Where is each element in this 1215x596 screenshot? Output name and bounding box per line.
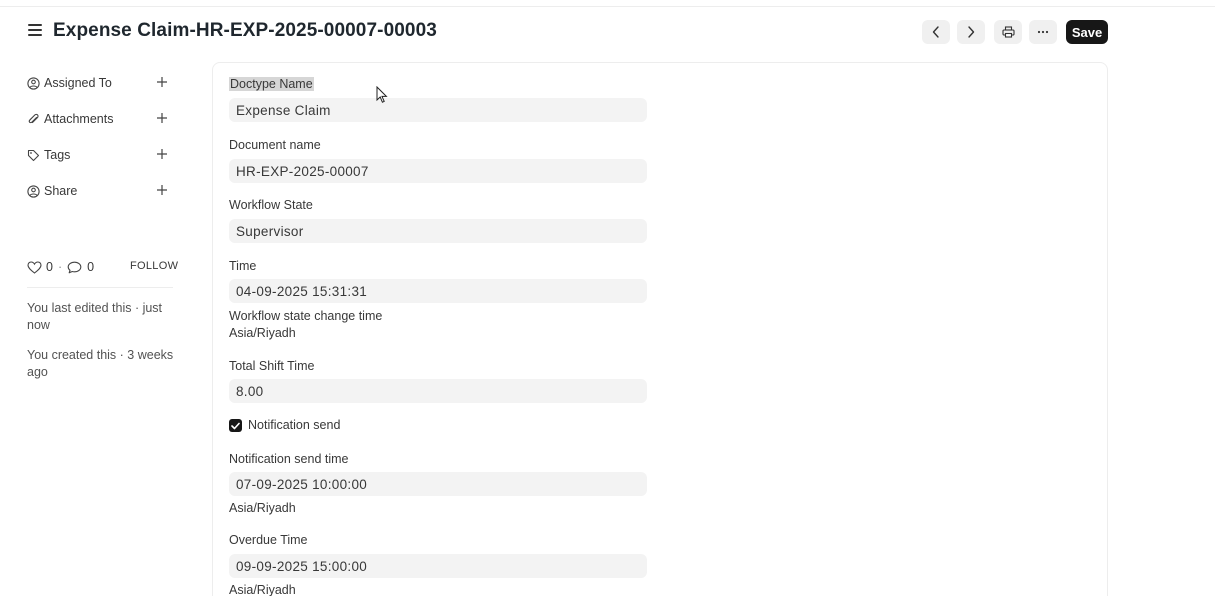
form-card [212,62,1108,596]
notification-send-label[interactable]: Notification send [248,418,340,432]
chevron-left-icon [932,26,939,38]
printer-icon [1001,26,1015,38]
sidebar-item-label: Attachments [44,112,114,126]
notification-send-time-timezone: Asia/Riyadh [229,501,296,515]
document-name-label: Document name [229,138,321,152]
like-button[interactable]: 0 [27,260,53,274]
workflow-state-field[interactable]: Supervisor [229,219,647,243]
doctype-name-label: Doctype Name [229,77,314,91]
more-options-button[interactable] [1029,20,1057,44]
activity-last-edited: You last edited this · just now [27,301,163,332]
add-assignee-icon[interactable] [155,75,169,89]
doctype-name-field[interactable]: Expense Claim [229,98,647,122]
top-divider [0,6,1215,7]
comment-count: 0 [87,260,95,274]
mouse-pointer-icon [376,86,388,103]
time-help-text: Workflow state change time [229,309,383,323]
page-header: Expense Claim-HR-EXP-2025-00007-00003 Sa… [0,16,1215,48]
comment-icon [67,261,82,273]
add-tag-icon[interactable] [155,147,169,161]
sidebar-item-tags[interactable]: Tags [27,144,172,166]
total-shift-time-label: Total Shift Time [229,359,315,373]
chevron-right-icon [968,26,975,38]
notification-send-time-field[interactable]: 07-09-2025 10:00:00 [229,472,647,496]
tag-icon [27,148,41,162]
paperclip-icon [27,112,41,126]
share-user-icon [27,184,41,198]
hamburger-menu-icon[interactable] [28,24,42,36]
document-name-field[interactable]: HR-EXP-2025-00007 [229,159,647,183]
sidebar-item-label: Share [44,184,78,198]
previous-document-button[interactable] [922,20,950,44]
print-button[interactable] [994,20,1022,44]
workflow-state-label: Workflow State [229,198,313,212]
notification-send-time-label: Notification send time [229,452,349,466]
checkmark-icon [231,422,240,429]
time-field[interactable]: 04-09-2025 15:31:31 [229,279,647,303]
overdue-time-label: Overdue Time [229,533,308,547]
total-shift-time-field[interactable]: 8.00 [229,379,647,403]
sidebar-divider [27,287,173,288]
notification-send-checkbox[interactable] [229,419,242,432]
overdue-time-field[interactable]: 09-09-2025 15:00:00 [229,554,647,578]
next-document-button[interactable] [957,20,985,44]
heart-icon [27,260,42,274]
add-share-icon[interactable] [155,183,169,197]
sidebar-item-share[interactable]: Share [27,180,172,202]
page-title: Expense Claim-HR-EXP-2025-00007-00003 [53,20,437,41]
sidebar-item-label: Assigned To [44,76,112,90]
like-count: 0 [46,260,53,274]
comments-button[interactable]: 0 [67,260,94,274]
add-attachment-icon[interactable] [155,111,169,125]
time-label: Time [229,259,257,273]
sidebar-item-assigned-to[interactable]: Assigned To [27,72,172,94]
ellipsis-icon [1037,30,1049,34]
separator-dot: · [57,260,63,274]
overdue-time-timezone: Asia/Riyadh [229,583,296,596]
sidebar-item-attachments[interactable]: Attachments [27,108,172,130]
time-timezone: Asia/Riyadh [229,326,296,340]
assign-user-icon [27,76,41,90]
follow-button[interactable]: FOLLOW [130,260,178,272]
sidebar-item-label: Tags [44,148,71,162]
save-button[interactable]: Save [1066,20,1108,44]
activity-created: You created this · 3 weeks ago [27,348,174,379]
